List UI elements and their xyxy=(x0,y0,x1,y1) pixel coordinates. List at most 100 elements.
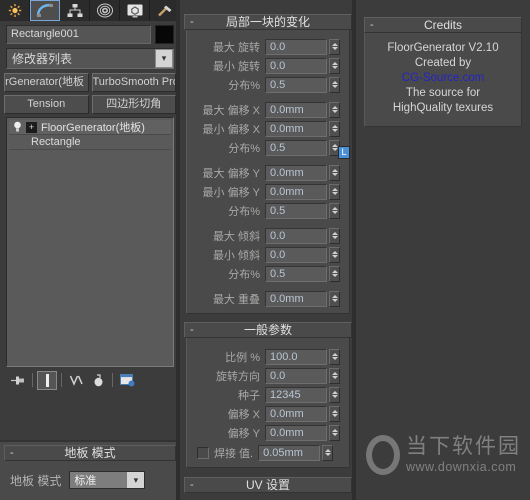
rotation-direction-input[interactable]: 0.0 xyxy=(265,367,327,384)
object-color-swatch[interactable] xyxy=(155,25,174,44)
display-tab-icon[interactable] xyxy=(120,0,150,21)
modifier-stack-item-rectangle[interactable]: Rectangle xyxy=(9,135,171,150)
offset-x-distribution-input[interactable]: 0.5 xyxy=(265,139,327,156)
show-end-result-icon[interactable] xyxy=(37,370,57,390)
spinner-icon[interactable] xyxy=(329,38,340,55)
param-label: 分布% xyxy=(228,268,260,281)
collapse-icon[interactable]: - xyxy=(190,15,194,29)
max-offset-x-input[interactable]: 0.0mm xyxy=(265,101,327,118)
general-params-rollout-header[interactable]: - 一般参数 xyxy=(184,322,352,338)
min-tilt-input[interactable]: 0.0 xyxy=(265,246,327,263)
credits-link[interactable]: CG-Source.com xyxy=(365,71,521,86)
floor-mode-value: 标准 xyxy=(74,475,97,487)
param-label: 分布% xyxy=(228,205,260,218)
spinner-icon[interactable] xyxy=(329,405,340,422)
modifier-button-turbosmooth-pro[interactable]: TurboSmooth Pro xyxy=(91,73,176,92)
offset-y-distribution-input[interactable]: 0.5 xyxy=(265,202,327,219)
modifier-list-dropdown[interactable]: 修改器列表 ▾ xyxy=(6,48,174,69)
tilt-distribution-input[interactable]: 0.5 xyxy=(265,265,327,282)
param-label: 最大 偏移 X xyxy=(202,104,260,117)
rotation-distribution-input[interactable]: 0.5 xyxy=(265,76,327,93)
param-row-tilt-distribution: 分布% 0.5 xyxy=(187,265,349,282)
param-label: 最大 旋转 xyxy=(212,41,260,54)
spinner-icon[interactable] xyxy=(329,227,340,244)
param-row-min-rotation: 最小 旋转 0.0 xyxy=(187,57,349,74)
rollout-title-label: 局部一块的变化 xyxy=(225,15,310,29)
scale-input[interactable]: 100.0 xyxy=(265,348,327,365)
expand-plus-icon[interactable]: + xyxy=(26,121,37,133)
spinner-icon[interactable] xyxy=(329,265,340,282)
floor-mode-rollout: - 地板 模式 地板 模式 标准 ▾ xyxy=(0,440,180,500)
general-offset-y-input[interactable]: 0.0mm xyxy=(265,424,327,441)
spinner-icon[interactable] xyxy=(329,386,340,403)
rollout-title-label: Credits xyxy=(423,18,462,32)
param-label: 旋转方向 xyxy=(216,370,260,383)
hierarchy-tab-icon[interactable] xyxy=(60,0,90,21)
param-row-max-overlap: 最大 重叠 0.0mm xyxy=(187,290,349,307)
floor-mode-select[interactable]: 标准 ▾ xyxy=(69,471,146,489)
max-tilt-input[interactable]: 0.0 xyxy=(265,227,327,244)
credits-rollout-header[interactable]: - Credits xyxy=(364,17,522,33)
floor-mode-row: 地板 模式 标准 ▾ xyxy=(0,461,180,489)
link-offsets-button[interactable]: L xyxy=(338,146,350,159)
param-label: 分布% xyxy=(228,79,260,92)
make-unique-icon[interactable] xyxy=(66,371,86,390)
spinner-icon[interactable] xyxy=(329,202,340,219)
general-offset-x-input[interactable]: 0.0mm xyxy=(265,405,327,422)
min-offset-x-input[interactable]: 0.0mm xyxy=(265,120,327,137)
chevron-down-icon[interactable]: ▾ xyxy=(127,472,145,488)
local-variation-rollout-header[interactable]: - 局部一块的变化 xyxy=(184,14,352,30)
chevron-down-icon[interactable]: ▾ xyxy=(155,49,173,68)
modifier-list-row: 修改器列表 ▾ xyxy=(0,46,180,73)
param-row-min-tilt: 最小 倾斜 0.0 xyxy=(187,246,349,263)
collapse-icon[interactable]: - xyxy=(190,323,194,337)
motion-tab-icon[interactable] xyxy=(90,0,120,21)
collapse-icon[interactable]: - xyxy=(190,478,194,492)
min-offset-y-input[interactable]: 0.0mm xyxy=(265,183,327,200)
modifier-button-quad-chamfer[interactable]: 四边形切角 xyxy=(91,95,176,114)
modifier-button-floorgenerator[interactable]: orGenerator(地板 xyxy=(4,73,89,92)
remove-modifier-icon[interactable] xyxy=(88,371,108,390)
spinner-icon[interactable] xyxy=(329,424,340,441)
spinner-icon[interactable] xyxy=(329,164,340,181)
floor-mode-rollout-header[interactable]: - 地板 模式 xyxy=(4,445,176,461)
modifier-button-tension[interactable]: Tension xyxy=(4,95,89,114)
collapse-icon[interactable]: - xyxy=(370,18,374,32)
collapse-icon[interactable]: - xyxy=(10,446,14,460)
spinner-icon[interactable] xyxy=(329,367,340,384)
modifier-stack-item-floorgenerator[interactable]: + FloorGenerator(地板) xyxy=(9,120,171,135)
floor-mode-label: 地板 模式 xyxy=(10,473,62,488)
min-rotation-input[interactable]: 0.0 xyxy=(265,57,327,74)
lightbulb-icon[interactable] xyxy=(11,121,24,134)
spinner-icon[interactable] xyxy=(329,101,340,118)
modifier-list-label: 修改器列表 xyxy=(12,52,73,66)
weld-checkbox[interactable] xyxy=(197,446,209,459)
object-name-input[interactable]: Rectangle001 xyxy=(6,25,151,44)
weld-label: 焊接 值. xyxy=(214,447,254,460)
spinner-icon[interactable] xyxy=(329,246,340,263)
spinner-icon[interactable] xyxy=(329,76,340,93)
param-row-min-offset-x: 最小 偏移 X 0.0mm xyxy=(187,120,349,137)
panel-divider-right xyxy=(352,0,356,500)
spinner-icon[interactable] xyxy=(329,183,340,200)
spinner-icon[interactable] xyxy=(322,444,334,461)
modifier-stack[interactable]: + FloorGenerator(地板) Rectangle xyxy=(6,117,174,367)
create-tab-icon[interactable] xyxy=(0,0,30,21)
param-label: 最大 偏移 Y xyxy=(202,167,260,180)
spinner-icon[interactable] xyxy=(329,120,340,137)
configure-modifier-sets-icon[interactable] xyxy=(117,371,137,390)
spinner-icon[interactable] xyxy=(329,57,340,74)
seed-input[interactable]: 12345 xyxy=(265,386,327,403)
max-rotation-input[interactable]: 0.0 xyxy=(265,38,327,55)
command-panel-tabs[interactable] xyxy=(0,0,180,21)
max-offset-y-input[interactable]: 0.0mm xyxy=(265,164,327,181)
modifier-button-row-1: orGenerator(地板 TurboSmooth Pro xyxy=(4,73,176,92)
weld-value-input[interactable]: 0.05mm xyxy=(258,444,321,461)
pin-stack-icon[interactable] xyxy=(8,371,28,390)
uv-settings-rollout-header[interactable]: - UV 设置 xyxy=(184,477,352,493)
modify-tab-icon[interactable] xyxy=(30,0,60,21)
watermark-url: www.downxia.com xyxy=(406,460,517,474)
max-overlap-input[interactable]: 0.0mm xyxy=(265,290,327,307)
spinner-icon[interactable] xyxy=(329,348,340,365)
spinner-icon[interactable] xyxy=(329,290,340,307)
